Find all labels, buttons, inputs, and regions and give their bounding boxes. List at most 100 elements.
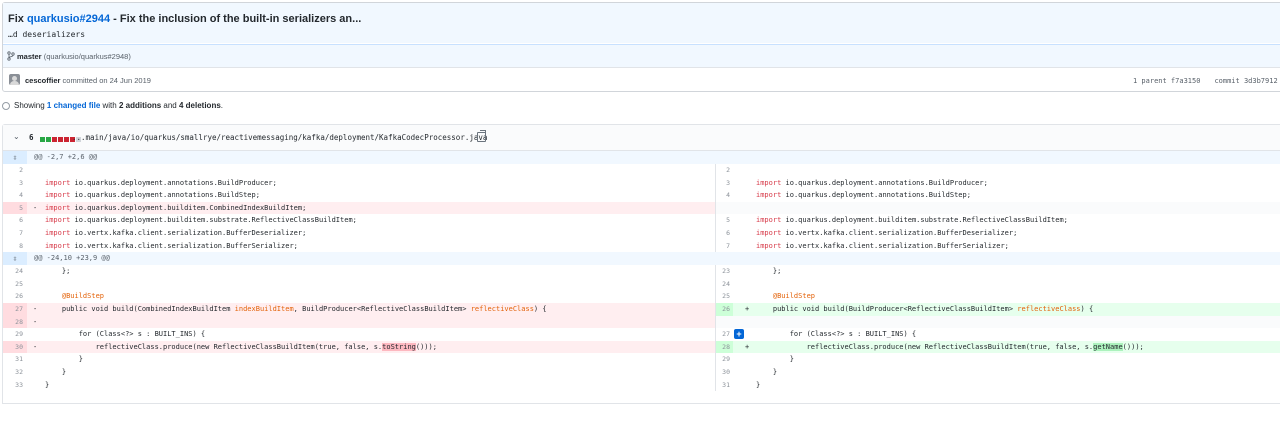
summary-mid: with	[100, 101, 119, 110]
plus-icon[interactable]: +	[734, 329, 744, 340]
commit-description: …d deserializers	[8, 30, 86, 39]
diff-summary: Showing 1 changed file with 2 additions …	[2, 101, 223, 110]
line-number[interactable]: 29	[716, 353, 733, 366]
line-number[interactable]: 30	[3, 340, 27, 354]
code-line: }	[756, 380, 761, 389]
line-number[interactable]: 24	[3, 265, 27, 278]
line-number[interactable]: 3	[3, 177, 27, 190]
avatar[interactable]	[9, 74, 20, 85]
hunk-range: @@ -24,10 +23,9 @@	[34, 254, 110, 263]
line-number[interactable]: 5	[716, 214, 733, 227]
diff-row-changed: 28-	[3, 315, 1280, 329]
clipboard-icon[interactable]	[477, 130, 486, 142]
line-number[interactable]: 28	[3, 315, 27, 329]
line-number[interactable]: 30	[716, 366, 733, 379]
left-line: 33}	[3, 379, 715, 392]
right-line: 29 }	[715, 353, 1280, 366]
file-path[interactable]: ...main/java/io/quarkus/smallrye/reactiv…	[72, 133, 487, 142]
diffstat-deleted	[64, 137, 69, 142]
hunk-header: ⇳ @@ -24,10 +23,9 @@	[3, 252, 1280, 266]
line-number[interactable]: 4	[3, 189, 27, 202]
line-number[interactable]: 6	[716, 227, 733, 240]
code-line: reflectiveClass.produce(new ReflectiveCl…	[45, 342, 437, 351]
deleted-line: 28-	[3, 315, 715, 329]
line-number[interactable]: 8	[3, 240, 27, 253]
parent-link[interactable]: 1 parent f7a3150	[1133, 77, 1200, 85]
right-line: 3 import io.quarkus.deployment.annotation…	[715, 176, 1280, 190]
diff-row: 6 import io.quarkus.deployment.builditem.…	[3, 214, 1280, 227]
right-line: 5 import io.quarkus.deployment.builditem.…	[715, 214, 1280, 227]
left-line: 24 };	[3, 265, 715, 278]
branch-name[interactable]: master	[17, 52, 42, 61]
diff-row: 8 import io.vertx.kafka.client.serializat…	[3, 239, 1280, 253]
left-line: 29 for (Class<?> s : BUILT_INS) {	[3, 328, 715, 341]
code-line: import io.quarkus.deployment.builditem.C…	[45, 203, 307, 212]
line-number[interactable]: 6	[3, 214, 27, 227]
code-line: }	[45, 380, 50, 389]
line-number[interactable]: 27	[716, 328, 733, 341]
left-line: 26 @BuildStep	[3, 290, 715, 303]
commit-meta: cescoffier committed on 24 Jun 2019 1 pa…	[3, 67, 1280, 92]
info-icon	[2, 102, 10, 110]
line-number[interactable]: 32	[3, 366, 27, 379]
line-number[interactable]: 26	[716, 302, 733, 316]
line-number[interactable]: 31	[3, 353, 27, 366]
diff-table: ⇳ @@ -2,7 +2,6 @@ 2 2 3 import io.quarkus.d…	[3, 151, 1280, 392]
change-count: 6	[29, 133, 34, 142]
empty-line	[715, 201, 1280, 215]
line-number[interactable]: 27	[3, 302, 27, 316]
left-line: 3 import io.quarkus.deployment.annotation…	[3, 177, 715, 190]
diff-row: 31 } 29 }	[3, 353, 1280, 366]
left-line: 32 }	[3, 366, 715, 379]
left-line: 8 import io.vertx.kafka.client.serializat…	[3, 240, 715, 253]
right-line: 25 @BuildStep	[715, 290, 1280, 303]
commit-refs: 1 parent f7a3150 commit 3d3b7912	[1133, 77, 1278, 85]
code-line: import io.quarkus.deployment.builditem.s…	[45, 216, 357, 225]
diff-row: 25 24	[3, 277, 1280, 291]
line-number[interactable]: 3	[716, 177, 733, 190]
issue-link[interactable]: quarkusio#2944	[27, 13, 110, 25]
code-line: public void build(CombinedIndexBuildItem…	[45, 304, 547, 313]
deleted-line: 30- reflectiveClass.produce(new Reflecti…	[3, 340, 715, 354]
add-sign: +	[745, 304, 750, 313]
diff-row: 29 for (Class<?> s : BUILT_INS) { 27 + fo…	[3, 328, 1280, 341]
unfold-icon[interactable]: ⇳	[3, 151, 27, 164]
summary-and: and	[161, 101, 179, 110]
line-number[interactable]: 28	[716, 340, 733, 354]
line-number[interactable]: 25	[716, 290, 733, 303]
deleted-line: 5- import io.quarkus.deployment.builditem…	[3, 201, 715, 215]
chevron-down-icon[interactable]: ⌄	[13, 132, 20, 141]
line-number[interactable]: 5	[3, 201, 27, 215]
summary-prefix: Showing	[14, 101, 47, 110]
commit-header: Fix quarkusio#2944 - Fix the inclusion o…	[2, 2, 1280, 92]
code-line: };	[45, 267, 71, 276]
line-number[interactable]: 23	[716, 265, 733, 278]
branch-ref[interactable]: (quarkusio/quarkus#2948)	[44, 52, 131, 61]
code-line: }	[45, 367, 67, 376]
line-number[interactable]: 7	[3, 227, 27, 240]
line-number[interactable]: 26	[3, 290, 27, 303]
left-line: 6 import io.quarkus.deployment.builditem.…	[3, 214, 715, 227]
line-number[interactable]: 25	[3, 278, 27, 291]
changed-files-link[interactable]: 1 changed file	[47, 101, 100, 110]
hunk-header: ⇳ @@ -2,7 +2,6 @@	[3, 151, 1280, 164]
line-number[interactable]: 7	[716, 240, 733, 253]
author-name[interactable]: cescoffier	[25, 76, 60, 85]
line-number[interactable]: 2	[716, 164, 733, 177]
line-number[interactable]: 24	[716, 278, 733, 291]
right-line: 2	[715, 164, 1280, 177]
line-number[interactable]: 31	[716, 379, 733, 392]
code-line: }	[756, 355, 794, 364]
line-number[interactable]: 4	[716, 189, 733, 202]
code-line: import io.quarkus.deployment.annotations…	[45, 178, 277, 187]
left-line: 7 import io.vertx.kafka.client.serializat…	[3, 227, 715, 240]
line-number[interactable]: 33	[3, 379, 27, 392]
diff-row: 3 import io.quarkus.deployment.annotation…	[3, 176, 1280, 190]
line-number[interactable]: 29	[3, 328, 27, 341]
line-number[interactable]: 2	[3, 164, 27, 177]
unfold-icon[interactable]: ⇳	[3, 252, 27, 266]
del-sign: -	[33, 342, 38, 351]
diff-row: 4 import io.quarkus.deployment.annotation…	[3, 189, 1280, 202]
code-line: @BuildStep	[45, 292, 105, 301]
git-branch-icon	[7, 51, 15, 61]
